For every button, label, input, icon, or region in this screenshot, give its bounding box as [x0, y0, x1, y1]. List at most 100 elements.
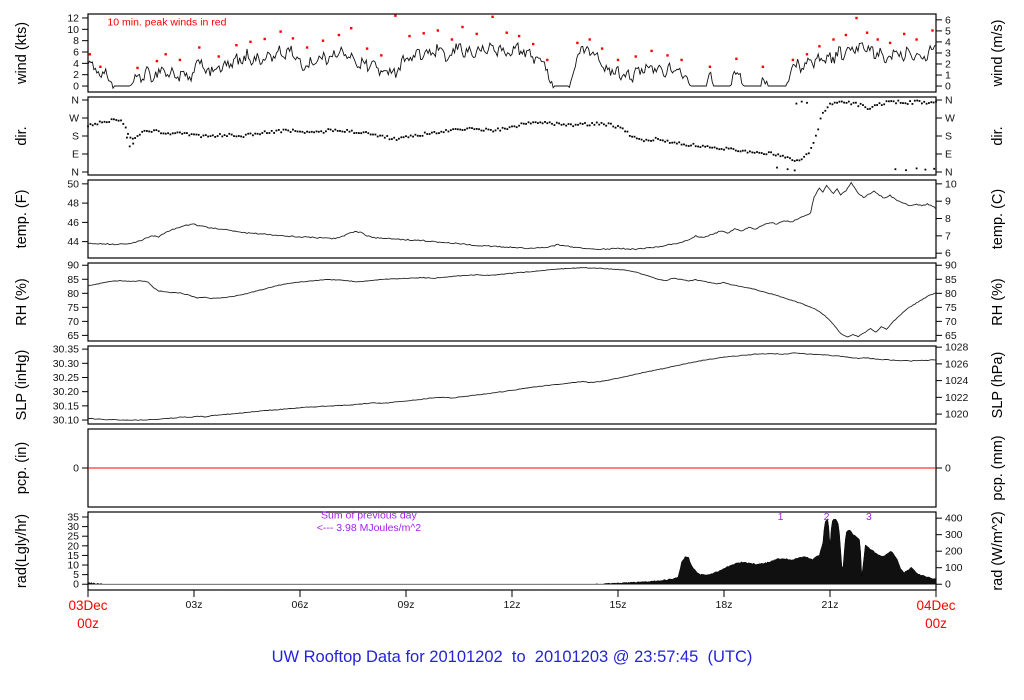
y-tick-label-right: 7 — [945, 230, 951, 242]
x-tick-label: 03z — [186, 599, 203, 611]
marker-rad: 2 — [824, 511, 830, 523]
annotation-rad: Sum of previous day — [321, 510, 417, 522]
y-tick-label-left: E — [72, 149, 79, 161]
x-axis: 03z 06z 09z 12z 15z 18z 21z — [87, 590, 937, 611]
axis-title-right-dir: dir. — [990, 126, 1006, 145]
y-tick-label-right: 85 — [945, 274, 957, 286]
panel-slp: 30.10 30.15 30.20 30.25 30.30 30.35 1020 1022 10… — [14, 342, 1006, 427]
slp-series-line — [87, 352, 937, 421]
axis-title-right-rad: rad (W/m^2) — [990, 511, 1006, 590]
y-tick-label-right: 0 — [945, 81, 951, 93]
x-axis-end-date-label: 04Dec — [916, 598, 955, 613]
y-tick-label-right: 1024 — [945, 375, 969, 387]
y-tick-label-left: 44 — [67, 236, 79, 248]
x-tick-label: 12z — [504, 599, 521, 611]
panel-temp: 44 46 48 50 6 7 8 9 10 temp. (F) temp. (C) — [14, 178, 1006, 259]
x-axis-end-time-label: 00z — [925, 616, 947, 631]
y-tick-label-right: 9 — [945, 196, 951, 208]
axis-title-left-pcp: pcp. (in) — [14, 442, 30, 494]
annotation-rad: <--- 3.98 MJoules/m^2 — [317, 522, 422, 534]
y-tick-label-left: 30.15 — [53, 400, 79, 412]
y-tick-label-right: 1026 — [945, 358, 969, 370]
panel-frame-slp — [87, 345, 937, 425]
y-tick-label-left: 0 — [73, 81, 79, 93]
y-tick-label-left: N — [71, 167, 79, 179]
y-tick-label-right: 6 — [945, 14, 951, 26]
y-tick-label-right: N — [945, 95, 953, 107]
x-tick-label: 18z — [716, 599, 733, 611]
y-tick-label-right: 2 — [945, 58, 951, 70]
y-tick-label-left: 2 — [73, 69, 79, 81]
marker-rad: 1 — [778, 511, 784, 523]
y-tick-label-left: S — [72, 131, 79, 143]
axis-title-left-slp: SLP (inHg) — [14, 350, 30, 421]
axis-title-left-temp: temp. (F) — [14, 190, 30, 249]
y-tick-label-left: 75 — [67, 302, 79, 314]
y-tick-label-right: 0 — [945, 463, 951, 475]
y-tick-label-left: 35 — [67, 511, 79, 523]
y-tick-label-right: S — [945, 131, 952, 143]
meteogram-chart: 0246810120123456wind (kts) wind (m/s)10 m… — [14, 12, 1006, 666]
y-tick-label-left: 8 — [73, 35, 79, 47]
temp-series-line — [87, 181, 937, 251]
y-tick-label-right: N — [945, 167, 953, 179]
y-tick-label-left: 12 — [67, 12, 79, 24]
x-tick-label: 06z — [292, 599, 309, 611]
x-axis-start-time-label: 00z — [77, 616, 99, 631]
y-tick-label-right: 1 — [945, 70, 951, 82]
panel-frame-rh — [87, 262, 937, 342]
panel-wind: 0246810120123456wind (kts) wind (m/s)10 m… — [14, 12, 1006, 93]
y-tick-label-left: N — [71, 95, 79, 107]
x-tick-label: 15z — [610, 599, 627, 611]
annotation-wind: 10 min. peak winds in red — [107, 16, 226, 28]
y-tick-label-left: 6 — [73, 47, 79, 59]
x-tick-label: 09z — [398, 599, 415, 611]
y-tick-label-right: 70 — [945, 316, 957, 328]
y-tick-label-right: 1020 — [945, 409, 969, 421]
axis-title-right-pcp: pcp. (mm) — [990, 435, 1006, 500]
wind-direction-scatter — [87, 99, 937, 172]
y-tick-label-left: 70 — [67, 316, 79, 328]
y-tick-label-left: 30.30 — [53, 358, 79, 370]
y-tick-label-left: 10 — [67, 24, 79, 36]
y-tick-label-left: 30.35 — [53, 344, 79, 356]
axis-title-right-slp: SLP (hPa) — [990, 352, 1006, 419]
y-tick-label-right: 100 — [945, 562, 963, 574]
y-tick-label-right: 400 — [945, 513, 963, 525]
y-tick-label-left: 48 — [67, 198, 79, 210]
y-tick-label-right: 6 — [945, 248, 951, 260]
axis-title-left-wind: wind (kts) — [14, 22, 30, 85]
y-tick-label-left: 30.20 — [53, 386, 79, 398]
y-tick-label-right: 8 — [945, 213, 951, 225]
y-tick-label-right: 200 — [945, 546, 963, 558]
y-tick-label-left: 85 — [67, 274, 79, 286]
axis-title-left-rad: rad(Lgly/hr) — [14, 514, 30, 588]
y-tick-label-left: 90 — [67, 260, 79, 272]
y-tick-label-right: 75 — [945, 302, 957, 314]
y-tick-label-left: 0 — [73, 463, 79, 475]
y-tick-label-right: 1022 — [945, 392, 969, 404]
rh-series-line — [87, 267, 937, 338]
x-tick-label: 21z — [822, 599, 839, 611]
panel-dir: NWSENNWSENdir. dir. — [14, 95, 1006, 179]
panel-rad: 051015202530350100200300400rad(Lgly/hr) r… — [14, 510, 1006, 591]
y-tick-label-left: 50 — [67, 178, 79, 190]
y-tick-label-right: 5 — [945, 25, 951, 37]
y-tick-label-left: 46 — [67, 217, 79, 229]
axis-title-left-rh: RH (%) — [14, 278, 30, 326]
panel-frame-temp — [87, 179, 937, 259]
y-tick-label-left: 4 — [73, 58, 79, 70]
y-tick-label-right: 4 — [945, 36, 951, 48]
y-tick-label-right: 0 — [945, 579, 951, 591]
panel-pcp: 0 0 pcp. (in) pcp. (mm) — [14, 428, 1006, 508]
meteogram-page: 0 2 4 6 8 10 12 0 1 2 3 4 5 6 wind (kts) wind (m/s) 10 m… — [0, 0, 1024, 700]
y-tick-label-left: 30.10 — [53, 415, 79, 427]
x-axis-start-date-label: 03Dec — [68, 598, 107, 613]
y-tick-label-right: 1028 — [945, 342, 969, 354]
panels-container: 0246810120123456wind (kts) wind (m/s)10 m… — [14, 12, 1006, 611]
wind-series-line — [87, 41, 937, 90]
axis-title-right-wind: wind (m/s) — [990, 20, 1006, 88]
y-tick-label-left: 65 — [67, 330, 79, 342]
y-tick-label-right: 65 — [945, 330, 957, 342]
y-tick-label-left: 30.25 — [53, 372, 79, 384]
